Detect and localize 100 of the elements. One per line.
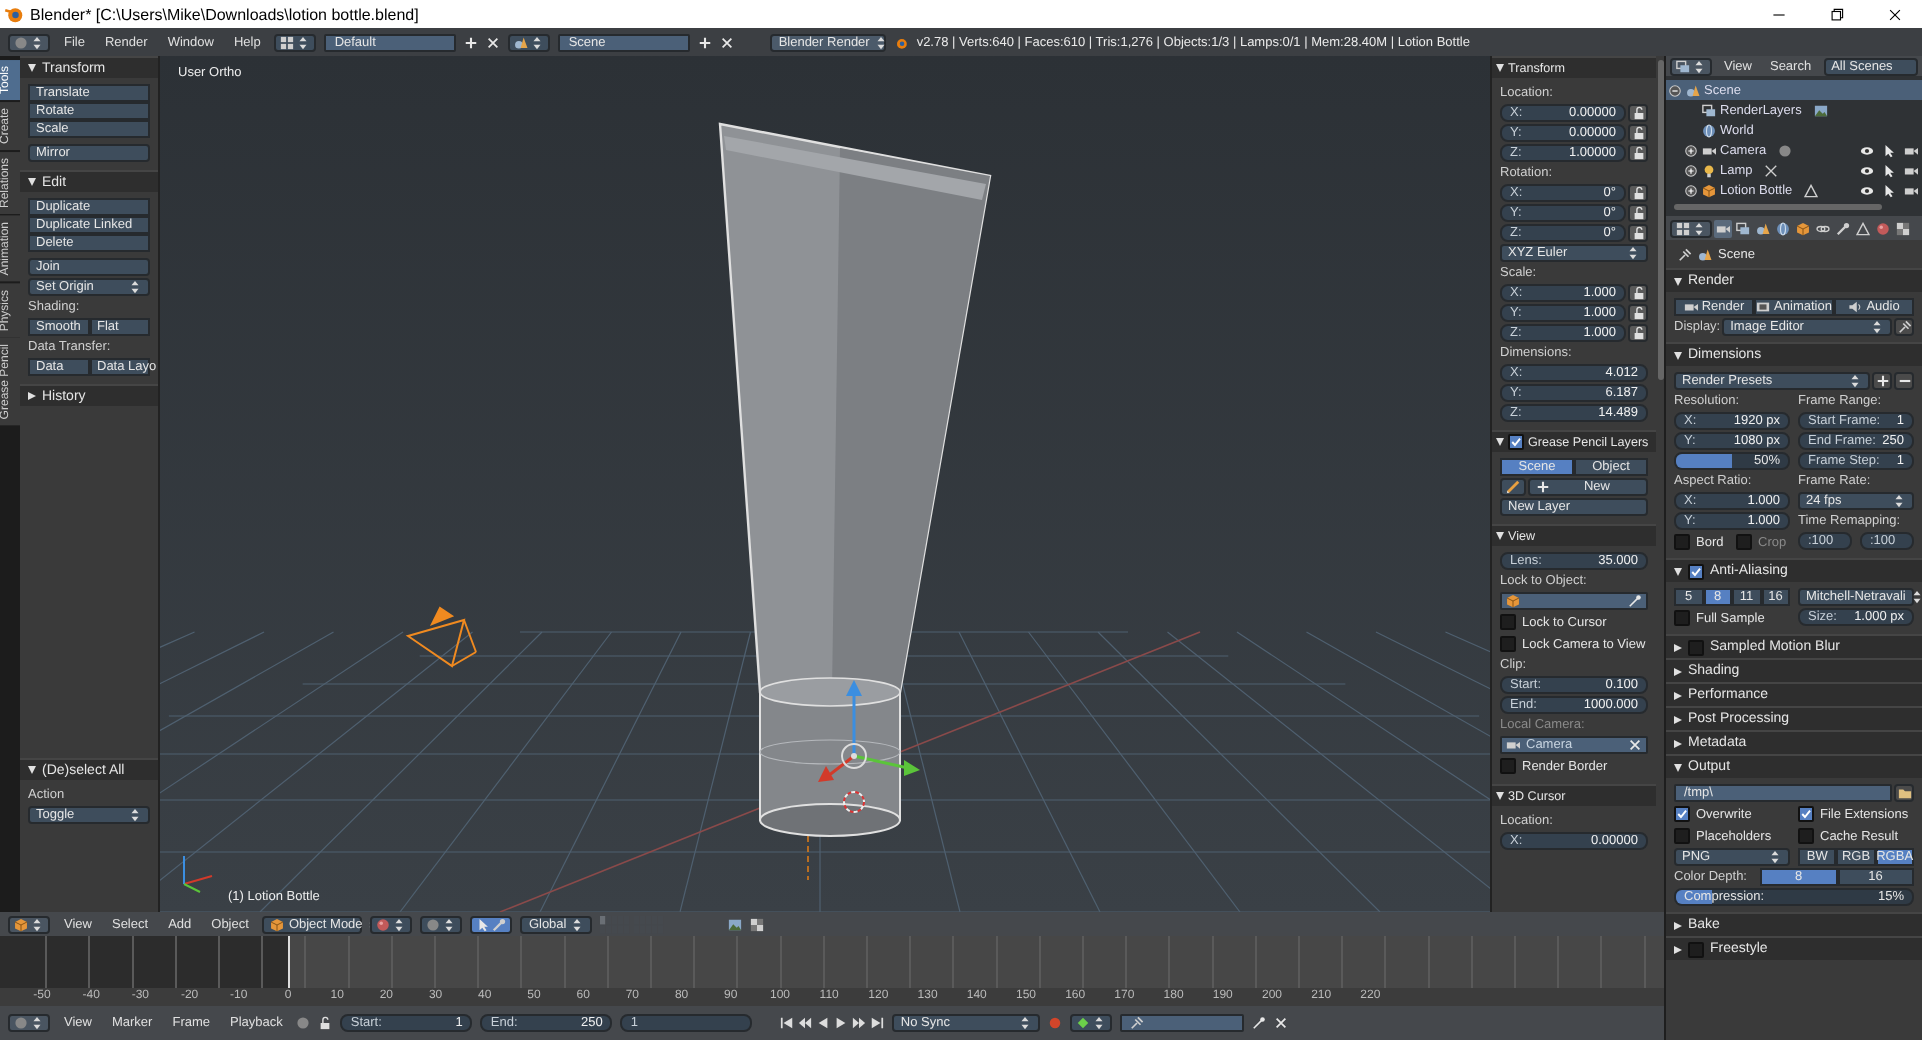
lock-open-icon	[1631, 186, 1645, 200]
layout-button[interactable]	[274, 33, 317, 51]
rewind-icon[interactable]	[798, 1016, 813, 1030]
context-tab[interactable]	[1874, 219, 1892, 237]
play-back-icon[interactable]	[816, 1016, 831, 1030]
folder-icon	[1897, 786, 1911, 800]
lock-button[interactable]	[1628, 324, 1648, 342]
plus-icon	[1536, 480, 1550, 494]
circle-icon[interactable]	[296, 1016, 311, 1030]
editor-type-button[interactable]	[8, 1014, 50, 1032]
checkbox-square[interactable]	[1508, 434, 1524, 450]
lock-button[interactable]	[1628, 284, 1648, 302]
arrows-icon	[392, 917, 407, 931]
eyedropper-icon[interactable]	[1628, 594, 1642, 608]
checkbox-square[interactable]	[1688, 563, 1704, 579]
context-tab[interactable]	[1894, 219, 1912, 237]
lock-open-icon	[1631, 306, 1645, 320]
checkbox-square[interactable]	[1688, 941, 1704, 957]
pencil-button[interactable]	[1500, 478, 1526, 496]
editor-type-button[interactable]	[8, 33, 50, 51]
lock-open-icon	[1631, 326, 1645, 340]
lock-open-icon	[1631, 226, 1645, 240]
eye-icon[interactable]	[1860, 143, 1874, 158]
scene-button[interactable]	[508, 33, 551, 51]
forward-icon[interactable]	[852, 1016, 867, 1030]
checkbox-square[interactable]	[1688, 639, 1704, 655]
camera-icon[interactable]	[1904, 143, 1918, 158]
shading-button[interactable]	[370, 915, 413, 933]
keying-button[interactable]	[1070, 1014, 1113, 1032]
editor-type-button[interactable]	[8, 915, 50, 933]
cross-icon[interactable]	[1764, 163, 1779, 178]
lock-open-icon	[1631, 286, 1645, 300]
object-picker[interactable]	[1500, 592, 1648, 610]
camera-icon	[1506, 738, 1520, 752]
context-tab[interactable]	[1834, 219, 1852, 237]
context-tab[interactable]	[1854, 219, 1872, 237]
lock-button[interactable]	[1628, 204, 1648, 222]
checker-icon[interactable]	[750, 917, 765, 931]
arrows-icon	[1909, 590, 1922, 604]
editor-type-button[interactable]	[1670, 219, 1712, 237]
context-tab[interactable]	[1754, 219, 1772, 237]
image-icon[interactable]	[728, 917, 743, 931]
plus-icon[interactable]	[464, 35, 479, 49]
context-tab[interactable]	[1734, 219, 1752, 237]
lock-button[interactable]	[1628, 124, 1648, 142]
lock-button[interactable]	[1628, 304, 1648, 322]
editor-type-button[interactable]	[1670, 57, 1712, 76]
lock-open-icon[interactable]	[318, 1016, 333, 1030]
lock-button[interactable]	[1628, 144, 1648, 162]
remove-button[interactable]	[1894, 372, 1914, 390]
expand-icon[interactable]	[1683, 143, 1697, 158]
current-frame-line	[288, 936, 290, 990]
pin-icon[interactable]	[1678, 247, 1692, 261]
lock-button[interactable]	[1628, 104, 1648, 122]
arrows-icon	[1018, 1016, 1033, 1030]
lock-button[interactable]	[1628, 224, 1648, 242]
circle-icon	[426, 917, 441, 931]
globe-icon	[1702, 123, 1716, 138]
add-button[interactable]	[1872, 372, 1892, 390]
first-icon[interactable]	[780, 1016, 795, 1030]
last-icon[interactable]	[870, 1016, 885, 1030]
transform-gizmo[interactable]	[818, 680, 920, 782]
context-tab[interactable]	[1794, 219, 1812, 237]
plus-icon[interactable]	[698, 35, 713, 49]
maximize-icon[interactable]	[1830, 7, 1844, 21]
scrollbar[interactable]	[1658, 60, 1664, 380]
arrows-icon	[128, 280, 142, 294]
bottle-model[interactable]	[718, 122, 992, 837]
folder-button[interactable]	[1894, 784, 1914, 802]
context-tab[interactable]	[1774, 219, 1792, 237]
circle-icon[interactable]	[1778, 143, 1793, 158]
expand-icon[interactable]	[1683, 183, 1697, 198]
keying-set-field[interactable]	[1120, 1014, 1245, 1032]
wrench-icon	[1836, 221, 1850, 235]
lock-open-icon	[1631, 206, 1645, 220]
expand-icon[interactable]	[1683, 163, 1697, 178]
eyedropper-icon[interactable]	[1252, 1016, 1267, 1030]
cube-icon	[1796, 221, 1810, 235]
close-icon[interactable]	[1888, 7, 1902, 21]
triangle-icon[interactable]	[1804, 183, 1819, 198]
pivot-button[interactable]	[420, 915, 463, 933]
eye-icon[interactable]	[1860, 163, 1874, 178]
camera-icon[interactable]	[1904, 183, 1918, 198]
context-tab[interactable]	[1714, 219, 1732, 237]
play-icon[interactable]	[834, 1016, 849, 1030]
scene-icon	[1686, 83, 1700, 98]
eye-icon[interactable]	[1860, 183, 1874, 198]
lock-button[interactable]	[1628, 184, 1648, 202]
arrows-icon	[1692, 221, 1706, 235]
axis-gizmo	[183, 855, 213, 893]
collapse-icon[interactable]	[1667, 83, 1681, 98]
arrows-icon	[1870, 320, 1884, 334]
manipulator-button[interactable]	[470, 915, 513, 933]
arrows-icon	[296, 35, 311, 49]
pin-button[interactable]	[1894, 318, 1914, 336]
chain-icon	[1816, 221, 1830, 235]
camera-icon[interactable]	[1904, 163, 1918, 178]
scrollbar[interactable]	[1674, 204, 1882, 210]
app-icon	[894, 35, 909, 49]
image-icon[interactable]	[1813, 103, 1828, 118]
